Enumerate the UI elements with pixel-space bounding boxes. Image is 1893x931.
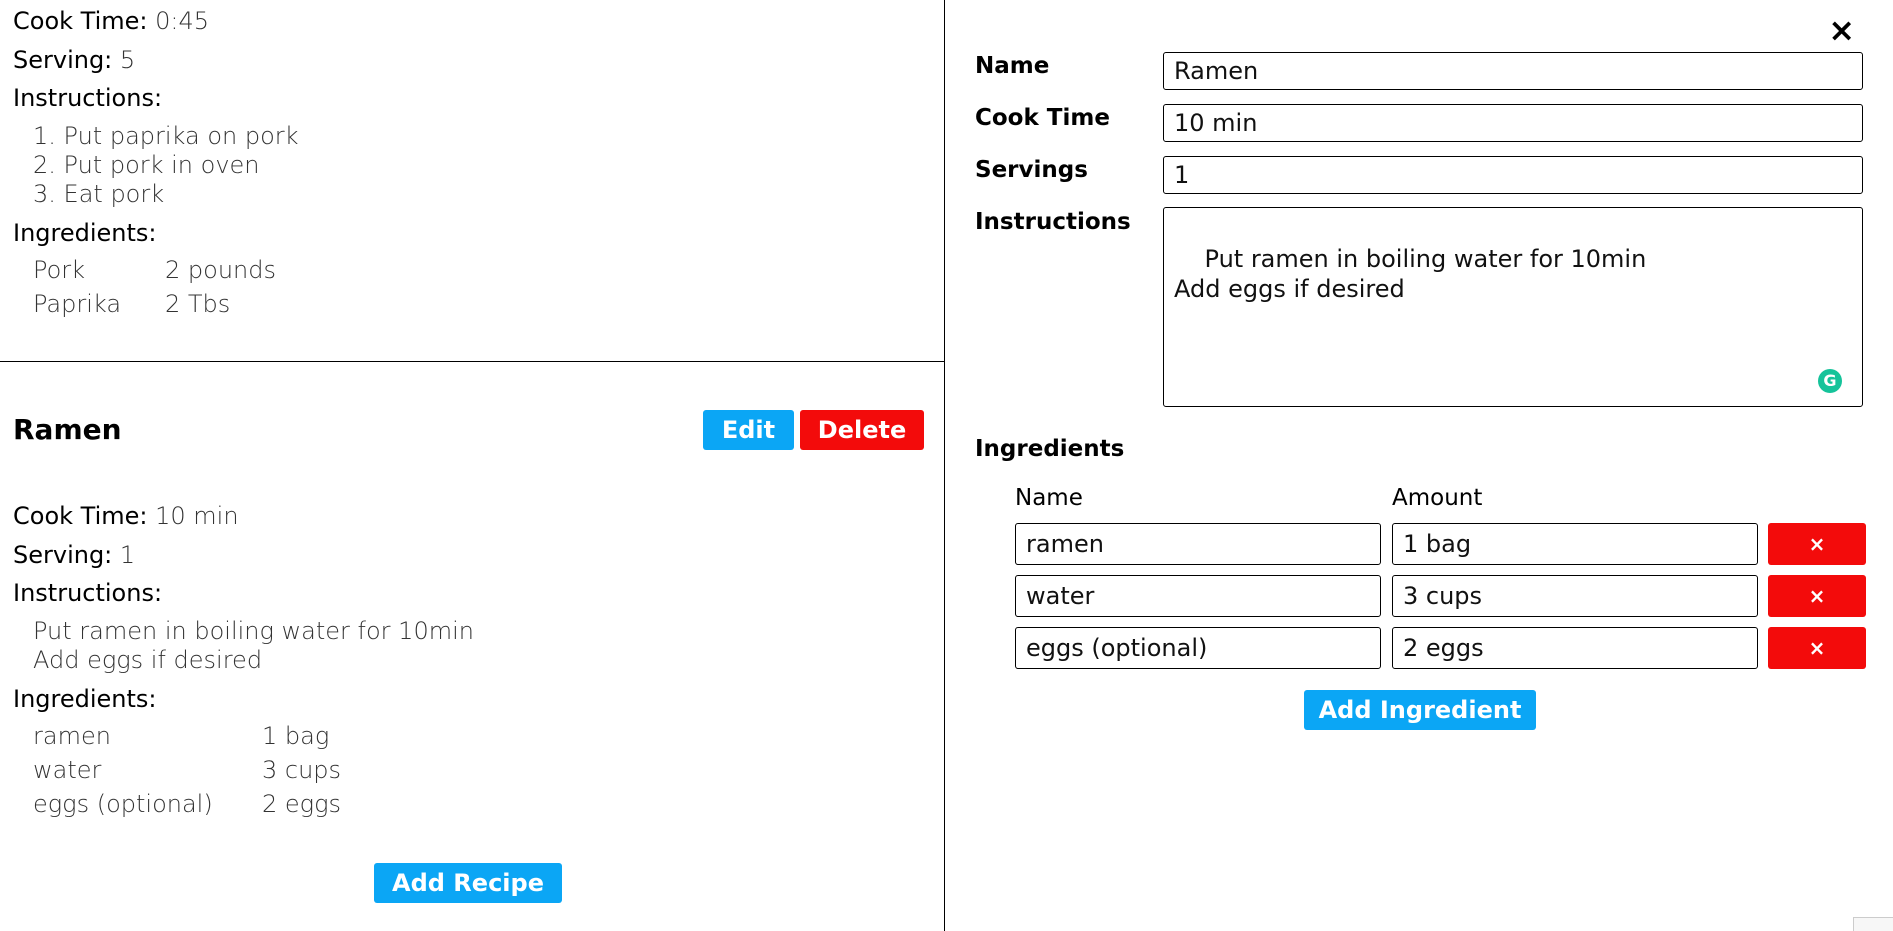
ingredients-table: ramen 1 bag water 3 cups eggs (optional)… [33, 719, 341, 821]
instructions-textarea[interactable]: Put ramen in boiling water for 10min Add… [1163, 207, 1863, 407]
instructions-list: Put ramen in boiling water for 10min Add… [13, 617, 925, 675]
ingredients-label: Ingredients: [13, 219, 157, 247]
serving-value: 5 [119, 45, 136, 74]
serving-value: 1 [119, 540, 136, 569]
servings-label: Servings [975, 157, 1088, 183]
edit-recipe-form: × Name Cook Time Servings Instructions P… [945, 0, 1893, 931]
ingredients-label: Ingredients: [13, 685, 157, 713]
ingredient-amount-field[interactable] [1392, 575, 1758, 617]
cook-time-field[interactable] [1163, 104, 1863, 142]
add-ingredient-button[interactable]: Add Ingredient [1304, 690, 1536, 730]
instructions-label: Instructions [975, 209, 1131, 235]
instruction-step: 1. Put paprika on pork [33, 122, 299, 150]
ingredient-name: water [33, 756, 102, 784]
ingredient-row: Pork 2 pounds [33, 253, 276, 287]
ingredient-row: eggs (optional) 2 eggs [33, 787, 341, 821]
name-label: Name [975, 53, 1050, 79]
resize-corner [1853, 917, 1893, 931]
cook-time-value: 10 min [155, 502, 239, 530]
ingredient-name: eggs (optional) [33, 790, 213, 818]
remove-ingredient-button[interactable]: × [1768, 523, 1866, 565]
ingredient-amount: 3 cups [262, 756, 342, 784]
ingredient-name: Paprika [33, 290, 122, 318]
ingredient-name: ramen [33, 722, 111, 750]
serving-label: Serving: [13, 540, 113, 569]
delete-button[interactable]: Delete [800, 410, 924, 450]
ingredient-amount: 2 eggs [262, 790, 341, 818]
cook-time-label: Cook Time [975, 105, 1110, 131]
ingredients-heading: Ingredients [975, 436, 1125, 462]
name-field[interactable] [1163, 52, 1863, 90]
cook-time-label: Cook Time: [13, 7, 148, 35]
grammarly-icon[interactable]: G [1818, 369, 1842, 393]
instructions-label: Instructions: [13, 84, 163, 112]
instruction-step: Put ramen in boiling water for 10min [33, 617, 474, 645]
servings-field[interactable] [1163, 156, 1863, 194]
previous-recipe-details: Cook Time: 0:45 Serving: 5 Instructions:… [13, 7, 933, 321]
remove-ingredient-button[interactable]: × [1768, 627, 1866, 669]
instruction-step: 2. Put pork in oven [33, 151, 260, 179]
ingredient-name-field[interactable] [1015, 523, 1381, 565]
instruction-step: 3. Eat pork [33, 180, 165, 208]
instructions-text: Put ramen in boiling water for 10min Add… [1174, 245, 1647, 303]
ingredient-amount: 2 pounds [165, 256, 276, 284]
cook-time-label: Cook Time: [13, 502, 148, 530]
ingredient-amount: 2 Tbs [165, 290, 231, 318]
ingredient-name: Pork [33, 256, 86, 284]
instructions-list: 1. Put paprika on pork 2. Put pork in ov… [13, 122, 933, 209]
ingredient-amount-column-header: Amount [1392, 485, 1483, 511]
ingredient-row: Paprika 2 Tbs [33, 287, 276, 321]
recipe-list-pane: Cook Time: 0:45 Serving: 5 Instructions:… [0, 0, 944, 931]
edit-button[interactable]: Edit [703, 410, 794, 450]
recipe-details: Cook Time: 10 min Serving: 1 Instruction… [13, 502, 925, 821]
ingredient-amount-field[interactable] [1392, 627, 1758, 669]
recipe-title: Ramen [13, 413, 122, 446]
cook-time-value: 0:45 [155, 7, 210, 35]
ingredient-name-column-header: Name [1015, 485, 1083, 511]
add-recipe-button[interactable]: Add Recipe [374, 863, 562, 903]
remove-ingredient-button[interactable]: × [1768, 575, 1866, 617]
ingredient-amount-field[interactable] [1392, 523, 1758, 565]
ingredient-row: ramen 1 bag [33, 719, 341, 753]
ingredient-row: water 3 cups [33, 753, 341, 787]
recipe-divider [0, 361, 944, 362]
ingredient-amount: 1 bag [262, 722, 330, 750]
instructions-label: Instructions: [13, 579, 163, 607]
ingredient-name-field[interactable] [1015, 575, 1381, 617]
instruction-step: Add eggs if desired [33, 646, 263, 674]
serving-label: Serving: [13, 45, 113, 74]
ingredients-table: Pork 2 pounds Paprika 2 Tbs [33, 253, 276, 321]
close-icon[interactable]: × [1828, 12, 1855, 48]
ingredient-name-field[interactable] [1015, 627, 1381, 669]
